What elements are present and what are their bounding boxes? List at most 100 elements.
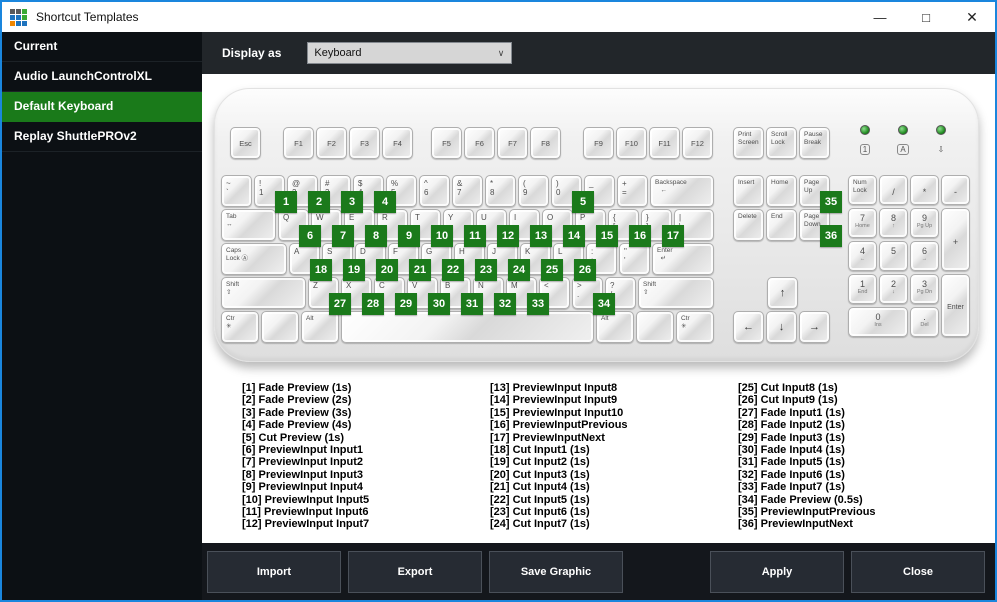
key-esc[interactable]: Esc — [230, 127, 261, 159]
key-6[interactable]: ^ 6 — [419, 175, 450, 207]
key-f4[interactable]: F4 — [382, 127, 413, 159]
key-backspace[interactable]: Backspace ← — [650, 175, 714, 207]
key-label: 2 — [890, 279, 896, 289]
key-win-right[interactable] — [636, 311, 674, 343]
key-f3[interactable]: F3 — [349, 127, 380, 159]
export-button[interactable]: Export — [348, 550, 482, 593]
key-f2[interactable]: F2 — [316, 127, 347, 159]
key-insert[interactable]: Insert — [733, 175, 764, 207]
key-alt-right[interactable]: Alt — [596, 311, 634, 343]
shortcut-badge-36: 36 — [820, 225, 842, 247]
key-np-0[interactable]: 0 Ins — [848, 307, 908, 337]
key-backtick[interactable]: ~ ` — [221, 175, 252, 207]
sidebar-item-replay-shuttleprov2[interactable]: Replay ShuttlePROv2 — [2, 122, 202, 152]
key-equals[interactable]: + = — [617, 175, 648, 207]
key-quote[interactable]: " ' — [619, 243, 650, 275]
key-f9[interactable]: F9 — [583, 127, 614, 159]
key-ctrl-left[interactable]: Ctr ✳ — [221, 311, 259, 343]
key-shift-right[interactable]: Shift ⇧ — [638, 277, 714, 309]
key-period[interactable]: >. 34 — [572, 277, 615, 315]
close-window-button[interactable]: ✕ — [949, 2, 995, 32]
key-np-multiply[interactable]: * — [910, 175, 939, 205]
key-print-screen[interactable]: Print Screen — [733, 127, 764, 159]
key-f6[interactable]: F6 — [464, 127, 495, 159]
key-np-enter[interactable]: Enter — [941, 274, 970, 337]
app-icon-square — [10, 14, 15, 20]
maximize-button[interactable]: □ — [903, 2, 949, 32]
key-7[interactable]: & 7 — [452, 175, 483, 207]
key-sublabel: Pg Up — [916, 223, 933, 229]
key-q[interactable]: Q6 — [278, 209, 321, 247]
key-group: Delete End Page Down 36 — [733, 209, 842, 247]
minimize-button[interactable]: — — [857, 2, 903, 32]
key-np-6[interactable]: 6 → — [910, 241, 939, 271]
key-np-9[interactable]: 9 Pg Up — [910, 208, 939, 238]
key-delete[interactable]: Delete — [733, 209, 764, 241]
legend-column-1: [1] Fade Preview (1s) [2] Fade Preview (2… — [242, 382, 369, 531]
key-1[interactable]: ! 1 1 — [254, 175, 297, 213]
key-home[interactable]: Home — [766, 175, 797, 207]
key-space[interactable] — [341, 311, 594, 343]
display-as-select[interactable]: Keyboard ∨ — [307, 42, 513, 64]
key-9[interactable]: (9 — [518, 175, 549, 207]
key-label: * — [922, 187, 927, 197]
keyboard-graphic: Esc F1 F2 F3 F4 F5 F6 F7 F8 F9 F10 F11 F12 Print Scree… — [214, 88, 979, 362]
key-enter[interactable]: Enter ↵ — [652, 243, 714, 275]
key-f12[interactable]: F12 — [682, 127, 713, 159]
key-a[interactable]: A 18 — [289, 243, 332, 281]
key-np-subtract[interactable]: - — [941, 175, 970, 205]
key-np-8[interactable]: 8 ↑ — [879, 208, 908, 238]
key-arrow-left[interactable]: ← — [733, 311, 764, 343]
key-tab[interactable]: Tab ↔ — [221, 209, 276, 241]
key-f7[interactable]: F7 — [497, 127, 528, 159]
key-label: 0 — [875, 312, 881, 322]
save-graphic-button[interactable]: Save Graphic — [489, 550, 623, 593]
key-np-2[interactable]: 2 ↓ — [879, 274, 908, 304]
key-0[interactable]: ) 0 5 — [551, 175, 594, 213]
shortcut-badge-32: 32 — [494, 293, 516, 315]
key-np-decimal[interactable]: . Del — [910, 307, 939, 337]
close-button[interactable]: Close — [851, 550, 985, 593]
key-ctrl-right[interactable]: Ctr ✳ — [676, 311, 714, 343]
key-f11[interactable]: F11 — [649, 127, 680, 159]
key-label: 1 — [859, 279, 865, 289]
key-np-4[interactable]: 4 ← — [848, 241, 877, 271]
key-np-divide[interactable]: / — [879, 175, 908, 205]
key-arrow-down[interactable]: ↓ — [766, 311, 797, 343]
import-button[interactable]: Import — [207, 550, 341, 593]
key-f8[interactable]: F8 — [530, 127, 561, 159]
key-scroll-lock[interactable]: Scroll Lock — [766, 127, 797, 159]
key-alt-left[interactable]: Alt — [301, 311, 339, 343]
key-f5[interactable]: F5 — [431, 127, 462, 159]
key-arrow-up[interactable]: ↑ — [767, 277, 798, 309]
key-capslock[interactable]: Caps Lock Ⓐ — [221, 243, 287, 275]
legend-item: [4] Fade Preview (4s) — [242, 419, 352, 432]
key-np-3[interactable]: 3 Pg Dn — [910, 274, 939, 304]
key-group: Num Lock / * - — [848, 175, 972, 205]
key-z[interactable]: Z 27 — [308, 277, 351, 315]
key-page-up[interactable]: Page Up 35 — [799, 175, 842, 213]
key-f10[interactable]: F10 — [616, 127, 647, 159]
key-page-down[interactable]: Page Down 36 — [799, 209, 842, 247]
key-np-5[interactable]: 5 — [879, 241, 908, 271]
key-np-7[interactable]: 7 Home — [848, 208, 877, 238]
apply-button[interactable]: Apply — [710, 550, 844, 593]
sidebar-item-current[interactable]: Current — [2, 32, 202, 62]
key-sublabel: Screen — [738, 138, 759, 146]
key-label: 6 — [921, 246, 927, 256]
key-pause-break[interactable]: Pause Break — [799, 127, 830, 159]
key-np-add[interactable]: + — [941, 208, 970, 271]
sidebar-item-default-keyboard[interactable]: Default Keyboard — [2, 92, 202, 122]
key-num-lock[interactable]: Num Lock — [848, 175, 877, 205]
sidebar-item-audio-launchcontrolxl[interactable]: Audio LaunchControlXL — [2, 62, 202, 92]
app-icon-square — [16, 8, 21, 14]
key-8[interactable]: * 8 — [485, 175, 516, 207]
key-arrow-right[interactable]: → — [799, 311, 830, 343]
key-f1[interactable]: F1 — [283, 127, 314, 159]
key-end[interactable]: End — [766, 209, 797, 241]
key-sublabel: Pg Dn — [916, 289, 933, 295]
key-win-left[interactable] — [261, 311, 299, 343]
app-icon — [10, 8, 27, 26]
key-shift-left[interactable]: Shift ⇧ — [221, 277, 306, 309]
key-np-1[interactable]: 1 End — [848, 274, 877, 304]
